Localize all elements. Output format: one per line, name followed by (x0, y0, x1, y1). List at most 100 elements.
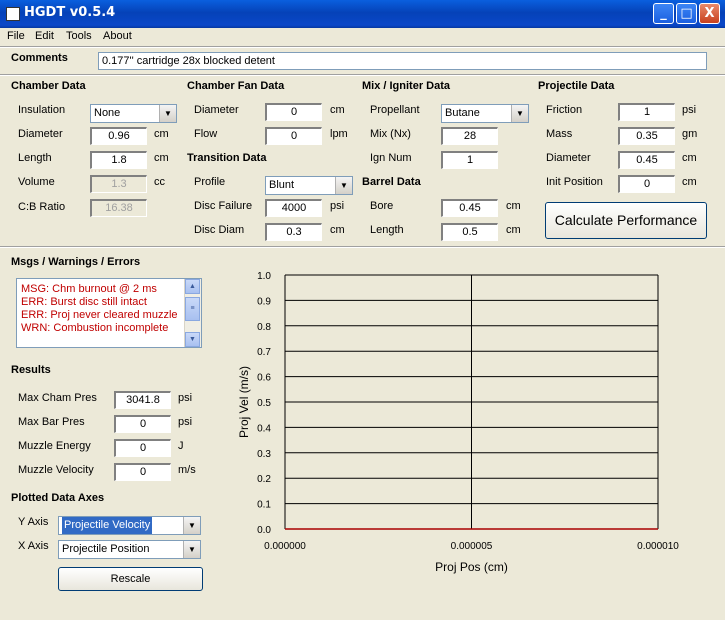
chamber-volume-field: 1.3 (90, 175, 147, 193)
results-header: Results (11, 364, 51, 376)
x-axis-select[interactable]: Projectile Position ▼ (58, 540, 201, 559)
friction-label: Friction (546, 104, 583, 116)
muzzle-energy-field: 0 (114, 439, 171, 457)
disc-diam-label: Disc Diam (194, 224, 245, 236)
disc-diam-unit: cm (330, 224, 345, 236)
fan-diameter-input[interactable]: 0 (265, 103, 322, 121)
title-bar[interactable]: HGDT v0.5.4 _ □ X (0, 0, 725, 28)
chamber-volume-label: Volume (18, 176, 55, 188)
proj-diameter-unit: cm (682, 152, 697, 164)
minimize-button[interactable]: _ (653, 3, 674, 24)
mass-input[interactable]: 0.35 (618, 127, 675, 145)
profile-select[interactable]: Blunt ▼ (265, 176, 353, 195)
scroll-up-icon[interactable]: ▲ (185, 279, 200, 294)
bore-input[interactable]: 0.45 (441, 199, 498, 217)
message-item: MSG: Chm burnout @ 2 ms (21, 283, 157, 295)
scroll-down-icon[interactable]: ▼ (185, 332, 200, 347)
maximize-button[interactable]: □ (676, 3, 697, 24)
chamber-length-input[interactable]: 1.8 (90, 151, 147, 169)
chevron-down-icon[interactable]: ▼ (183, 541, 200, 558)
x-axis-title: Proj Pos (cm) (435, 560, 508, 574)
y-tick-label: 0.1 (257, 500, 271, 511)
app-icon (6, 7, 20, 21)
x-tick-label: 0.000010 (637, 541, 679, 552)
barrel-header: Barrel Data (362, 176, 421, 188)
mix-nx-input[interactable]: 28 (441, 127, 498, 145)
chevron-down-icon[interactable]: ▼ (511, 105, 528, 122)
messages-list[interactable]: MSG: Chm burnout @ 2 ms ERR: Burst disc … (16, 278, 202, 348)
message-item: ERR: Burst disc still intact (21, 296, 147, 308)
ign-num-input[interactable]: 1 (441, 151, 498, 169)
fan-diameter-label: Diameter (194, 104, 239, 116)
disc-failure-input[interactable]: 4000 (265, 199, 322, 217)
propellant-select[interactable]: Butane ▼ (441, 104, 529, 123)
friction-input[interactable]: 1 (618, 103, 675, 121)
y-tick-label: 0.6 (257, 373, 271, 384)
message-item: ERR: Proj never cleared muzzle (21, 309, 178, 321)
comments-label: Comments (11, 52, 68, 64)
x-axis-label: X Axis (18, 540, 49, 552)
fan-diameter-unit: cm (330, 104, 345, 116)
fan-flow-unit: lpm (330, 128, 348, 140)
y-axis-select[interactable]: Projectile Velocity ▼ (58, 516, 201, 535)
max-cham-pres-label: Max Cham Pres (18, 392, 97, 404)
scroll-thumb[interactable]: ≡ (185, 297, 200, 321)
muzzle-energy-unit: J (178, 440, 184, 452)
chamber-fan-header: Chamber Fan Data (187, 80, 285, 92)
init-position-input[interactable]: 0 (618, 175, 675, 193)
menu-about[interactable]: About (103, 30, 132, 42)
profile-label: Profile (194, 176, 226, 188)
disc-failure-label: Disc Failure (194, 200, 253, 212)
muzzle-velocity-label: Muzzle Velocity (18, 464, 94, 476)
init-position-label: Init Position (546, 176, 603, 188)
menu-edit[interactable]: Edit (35, 30, 54, 42)
chevron-down-icon[interactable]: ▼ (183, 517, 200, 534)
muzzle-velocity-field: 0 (114, 463, 171, 481)
fan-flow-label: Flow (194, 128, 218, 140)
barrel-length-input[interactable]: 0.5 (441, 223, 498, 241)
proj-diameter-label: Diameter (546, 152, 591, 164)
messages-header: Msgs / Warnings / Errors (11, 256, 141, 268)
profile-value: Blunt (269, 179, 295, 191)
muzzle-energy-label: Muzzle Energy (18, 440, 91, 452)
bore-unit: cm (506, 200, 521, 212)
rescale-button[interactable]: Rescale (58, 567, 203, 591)
chevron-down-icon[interactable]: ▼ (335, 177, 352, 194)
comments-input[interactable]: 0.177'' cartridge 28x blocked detent (98, 52, 707, 70)
divider (0, 246, 725, 248)
y-tick-label: 0.0 (257, 525, 271, 536)
ign-num-label: Ign Num (370, 152, 412, 164)
messages-scrollbar[interactable]: ▲ ≡ ▼ (184, 279, 201, 347)
fan-flow-input[interactable]: 0 (265, 127, 322, 145)
calculate-performance-button[interactable]: Calculate Performance (545, 202, 707, 239)
insulation-label: Insulation (18, 104, 66, 116)
disc-failure-unit: psi (330, 200, 345, 212)
y-tick-label: 0.3 (257, 449, 271, 460)
y-tick-label: 0.8 (257, 322, 271, 333)
transition-header: Transition Data (187, 152, 267, 164)
menu-file[interactable]: File (7, 30, 25, 42)
propellant-value: Butane (445, 107, 480, 119)
proj-diameter-input[interactable]: 0.45 (618, 151, 675, 169)
menu-tools[interactable]: Tools (66, 30, 92, 42)
close-button[interactable]: X (699, 3, 720, 24)
insulation-value: None (94, 107, 121, 119)
velocity-position-chart: 0.0 0.1 0.2 0.3 0.4 0.5 0.6 0.7 0.8 0.9 1.0 0.00000… (237, 271, 679, 574)
chevron-down-icon[interactable]: ▼ (159, 105, 176, 122)
divider (0, 74, 725, 76)
max-cham-pres-unit: psi (178, 392, 193, 404)
chamber-volume-unit: cc (154, 176, 165, 188)
x-tick-label: 0.000005 (451, 541, 493, 552)
chamber-data-header: Chamber Data (11, 80, 86, 92)
disc-diam-input[interactable]: 0.3 (265, 223, 322, 241)
mix-nx-label: Mix (Nx) (370, 128, 411, 140)
barrel-length-label: Length (370, 224, 404, 236)
cb-ratio-label: C:B Ratio (18, 201, 66, 213)
chamber-diameter-input[interactable]: 0.96 (90, 127, 147, 145)
max-cham-pres-field: 3041.8 (114, 391, 171, 409)
plotted-axes-header: Plotted Data Axes (11, 492, 105, 504)
y-axis-label: Y Axis (18, 516, 49, 528)
max-bar-pres-unit: psi (178, 416, 193, 428)
insulation-select[interactable]: None ▼ (90, 104, 177, 123)
bore-label: Bore (370, 200, 394, 212)
